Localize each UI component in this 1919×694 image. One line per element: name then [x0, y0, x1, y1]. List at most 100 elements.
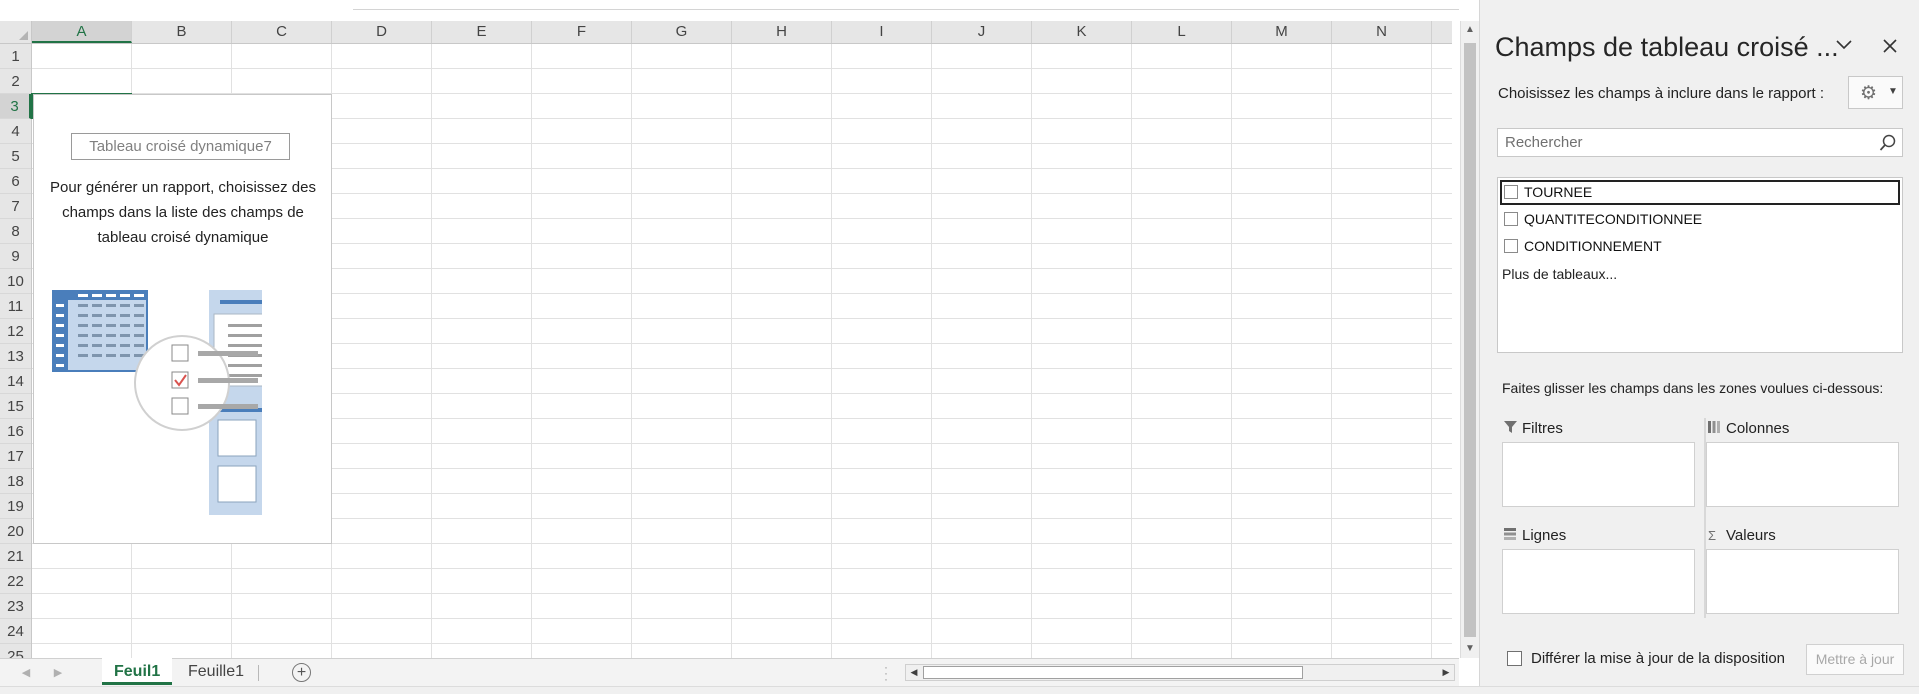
- field-list: TOURNEE QUANTITECONDITIONNEE CONDITIONNE…: [1497, 177, 1903, 353]
- row-header[interactable]: 15: [0, 394, 31, 419]
- row-header[interactable]: 20: [0, 519, 31, 544]
- defer-update-label: Différer la mise à jour de la dispositio…: [1531, 650, 1786, 667]
- zone-columns: Colonnes: [1706, 418, 1906, 518]
- row-header[interactable]: 14: [0, 369, 31, 394]
- pivot-fields-pane: Champs de tableau croisé ... Choisissez …: [1479, 0, 1919, 686]
- field-item-conditionnement[interactable]: CONDITIONNEMENT: [1500, 234, 1900, 259]
- row-header[interactable]: 18: [0, 469, 31, 494]
- spreadsheet-area: ABCDEFGHIJKLMN 1 2 3 4 5 6 7 8 9 10 11 12 13 14 15 16 17…: [0, 0, 1479, 694]
- row-header[interactable]: 24: [0, 619, 31, 644]
- column-header[interactable]: J: [932, 21, 1032, 43]
- column-header[interactable]: L: [1132, 21, 1232, 43]
- zone-values: Σ Valeurs: [1706, 525, 1906, 625]
- pivot-table-name: Tableau croisé dynamique7: [71, 133, 290, 160]
- add-sheet-plus-icon[interactable]: +: [292, 663, 311, 682]
- row-header[interactable]: 23: [0, 594, 31, 619]
- column-header[interactable]: E: [432, 21, 532, 43]
- more-tables-link[interactable]: Plus de tableaux...: [1502, 266, 1617, 282]
- row-header[interactable]: 8: [0, 219, 31, 244]
- field-item-quantiteconditionnee[interactable]: QUANTITECONDITIONNEE: [1500, 207, 1900, 232]
- row-header[interactable]: 7: [0, 194, 31, 219]
- search-input[interactable]: [1498, 129, 1868, 156]
- row-header[interactable]: 5: [0, 144, 31, 169]
- formula-bar-edge[interactable]: [353, 0, 1459, 10]
- field-label: CONDITIONNEMENT: [1524, 238, 1662, 254]
- column-header[interactable]: N: [1332, 21, 1432, 43]
- zone-columns-dropbox[interactable]: [1706, 442, 1899, 507]
- field-checkbox[interactable]: [1504, 185, 1518, 199]
- tab-scroll-right-icon[interactable]: ▶: [48, 659, 68, 687]
- row-header[interactable]: 13: [0, 344, 31, 369]
- tools-dropdown-button[interactable]: ⚙ ▼: [1848, 76, 1903, 109]
- row-header[interactable]: 19: [0, 494, 31, 519]
- horizontal-scrollbar[interactable]: ◀ ▶: [905, 664, 1455, 681]
- scroll-down-arrow-icon[interactable]: ▼: [1461, 640, 1479, 658]
- zone-columns-label: Colonnes: [1726, 420, 1790, 437]
- pivot-instructions: Pour générer un rapport, choisissez des …: [50, 179, 316, 246]
- vertical-scrollbar[interactable]: ▲ ▼: [1460, 21, 1479, 658]
- zone-filters-label: Filtres: [1522, 420, 1563, 437]
- horizontal-scroll-thumb[interactable]: [923, 666, 1303, 679]
- caret-down-icon: ▼: [1888, 86, 1898, 97]
- zone-filters: Filtres: [1502, 418, 1702, 518]
- row-header[interactable]: 12: [0, 319, 31, 344]
- zone-values-dropbox[interactable]: [1706, 549, 1899, 614]
- status-bar: [0, 686, 1919, 694]
- row-header[interactable]: 9: [0, 244, 31, 269]
- row-header[interactable]: 3: [0, 94, 31, 119]
- column-header[interactable]: A: [32, 21, 132, 43]
- sheet-tab-bar: ◀ ▶ Feuil1 Feuille1 + · · · ◀ ▶: [0, 658, 1459, 686]
- column-header[interactable]: H: [732, 21, 832, 43]
- row-header[interactable]: 2: [0, 69, 31, 94]
- column-header[interactable]: G: [632, 21, 732, 43]
- select-all-corner[interactable]: [0, 21, 32, 44]
- gear-icon: ⚙: [1860, 83, 1878, 104]
- column-header[interactable]: D: [332, 21, 432, 43]
- vertical-scroll-thumb[interactable]: [1464, 43, 1476, 637]
- field-checkbox[interactable]: [1504, 239, 1518, 253]
- search-icon[interactable]: [1879, 134, 1897, 152]
- defer-update-checkbox[interactable]: [1507, 651, 1522, 666]
- column-header[interactable]: M: [1232, 21, 1332, 43]
- filter-icon: [1504, 418, 1522, 440]
- pivot-illustration-icon: [52, 290, 262, 515]
- zone-rows-dropbox[interactable]: [1502, 549, 1695, 614]
- sheet-tab-feuille1[interactable]: Feuille1: [176, 658, 256, 685]
- row-header[interactable]: 17: [0, 444, 31, 469]
- field-checkbox[interactable]: [1504, 212, 1518, 226]
- scroll-left-arrow-icon[interactable]: ◀: [907, 665, 921, 680]
- sheet-tab-feuil1[interactable]: Feuil1: [102, 658, 173, 685]
- column-header[interactable]: C: [232, 21, 332, 43]
- column-header[interactable]: K: [1032, 21, 1132, 43]
- field-item-tournee[interactable]: TOURNEE: [1500, 180, 1900, 205]
- sigma-icon: Σ: [1708, 528, 1717, 543]
- row-header[interactable]: 4: [0, 119, 31, 144]
- update-button[interactable]: Mettre à jour: [1806, 644, 1904, 675]
- zone-rows: Lignes: [1502, 525, 1702, 625]
- zone-filters-dropbox[interactable]: [1502, 442, 1695, 507]
- row-header[interactable]: 16: [0, 419, 31, 444]
- field-search-box[interactable]: [1497, 128, 1903, 157]
- rows-icon: [1504, 525, 1522, 547]
- split-handle[interactable]: · · ·: [884, 661, 888, 685]
- row-headers: 1 2 3 4 5 6 7 8 9 10 11 12 13 14 15 16 17 18 19 20 21 22 23 24 2…: [0, 44, 32, 658]
- row-header[interactable]: 25: [0, 644, 31, 658]
- tab-scroll-left-icon[interactable]: ◀: [16, 659, 36, 687]
- close-icon[interactable]: [1879, 36, 1901, 58]
- columns-icon: [1708, 418, 1726, 440]
- scroll-up-arrow-icon[interactable]: ▲: [1461, 21, 1479, 39]
- pivot-table-placeholder[interactable]: Tableau croisé dynamique7 Pour générer u…: [33, 94, 332, 544]
- row-header[interactable]: 10: [0, 269, 31, 294]
- zone-values-label: Valeurs: [1726, 527, 1776, 544]
- row-header[interactable]: 22: [0, 569, 31, 594]
- tab-separator: [258, 665, 259, 681]
- scroll-right-arrow-icon[interactable]: ▶: [1439, 665, 1453, 680]
- row-header[interactable]: 21: [0, 544, 31, 569]
- column-header[interactable]: I: [832, 21, 932, 43]
- column-header[interactable]: B: [132, 21, 232, 43]
- row-header[interactable]: 11: [0, 294, 31, 319]
- chevron-down-icon[interactable]: [1833, 38, 1855, 60]
- row-header[interactable]: 6: [0, 169, 31, 194]
- row-header[interactable]: 1: [0, 44, 31, 69]
- column-header[interactable]: F: [532, 21, 632, 43]
